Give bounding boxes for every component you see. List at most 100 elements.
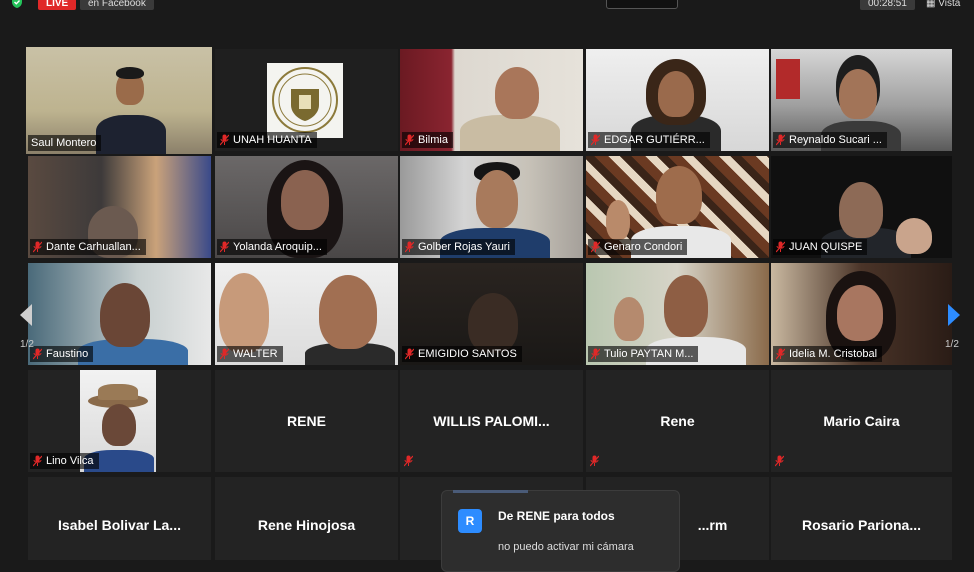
previous-page-button[interactable] — [14, 300, 36, 330]
participant-tile[interactable]: Mario Caira — [771, 370, 952, 472]
participant-name: Mario Caira — [823, 413, 900, 429]
participant-tile[interactable]: Dante Carhuallan... — [28, 156, 211, 258]
participant-tile[interactable]: Rosario Pariona... — [771, 477, 952, 560]
background-curtain — [776, 59, 800, 99]
participant-tile[interactable]: Faustino — [28, 263, 211, 365]
participant-face — [658, 71, 694, 117]
sender-avatar: R — [458, 509, 482, 533]
muted-mic-icon — [591, 241, 600, 253]
participant-name-label: Saul Montero — [28, 135, 102, 151]
muted-mic-icon — [776, 348, 785, 360]
participant-name-label: Dante Carhuallan... — [30, 239, 146, 255]
participant-hair — [116, 67, 144, 79]
participant-tile[interactable]: Rene Hinojosa — [215, 477, 398, 560]
participant-tile[interactable]: RENE — [215, 370, 398, 472]
participant-face — [839, 182, 883, 238]
participant-name-label: Reynaldo Sucari ... — [773, 132, 887, 148]
university-logo — [267, 63, 343, 138]
participant-name: Idelia M. Cristobal — [789, 348, 878, 360]
participant-name: Rosario Pariona... — [801, 516, 922, 533]
participant-tile[interactable]: Genaro Condori — [586, 156, 769, 258]
participant-tile[interactable]: WALTER — [215, 263, 398, 365]
participant-name-label: Golber Rojas Yauri — [402, 239, 515, 255]
participant-name-label: Faustino — [30, 346, 94, 362]
participant-tile[interactable]: EMIGIDIO SANTOS — [400, 263, 583, 365]
participant-face — [664, 275, 708, 337]
participant-name: Lino Vilca — [46, 455, 94, 467]
participant-name-label: Lino Vilca — [30, 453, 99, 469]
chat-message: no puedo activar mi cámara — [498, 541, 634, 553]
participant-face — [100, 283, 150, 347]
muted-mic-icon — [591, 134, 600, 146]
chevron-left-icon — [20, 304, 32, 326]
muted-mic-icon — [220, 241, 229, 253]
participant-hand — [606, 200, 630, 240]
muted-mic-icon — [405, 348, 414, 360]
muted-mic-icon — [33, 348, 42, 360]
muted-mic-icon — [33, 455, 42, 467]
participant-hand — [614, 297, 644, 341]
participant-name-label: EMIGIDIO SANTOS — [402, 346, 522, 362]
participant-hand — [896, 218, 932, 254]
participant-name: Tulio PAYTAN M... — [604, 348, 694, 360]
next-page-button[interactable] — [944, 300, 966, 330]
participant-body — [460, 115, 560, 151]
page-indicator-left: 1/2 — [20, 339, 34, 350]
muted-mic-icon — [33, 241, 42, 253]
participant-name: RENE — [287, 413, 326, 429]
muted-mic-icon — [776, 134, 785, 146]
view-button[interactable]: ▦ Vista — [926, 0, 960, 12]
live-badge[interactable]: LIVE — [38, 0, 77, 10]
participant-name-label: Genaro Condori — [588, 239, 688, 255]
participant-tile[interactable]: Isabel Bolivar La... — [28, 477, 211, 560]
muted-mic-icon — [776, 241, 785, 253]
participant-tile[interactable]: WILLIS PALOMI... — [400, 370, 583, 472]
participant-name: JUAN QUISPE — [789, 241, 863, 253]
muted-mic-icon — [591, 348, 600, 360]
muted-mic-icon — [775, 455, 784, 467]
participant-tile[interactable]: Idelia M. Cristobal — [771, 263, 952, 365]
hat-crown — [98, 384, 138, 400]
participant-name-label: Tulio PAYTAN M... — [588, 346, 699, 362]
participant-face — [102, 404, 136, 446]
participant-name-label: Yolanda Aroquip... — [217, 239, 327, 255]
meeting-timer: 00:28:51 — [860, 0, 915, 10]
view-mode-pill[interactable] — [606, 0, 678, 9]
security-shield-icon[interactable] — [10, 0, 24, 9]
participant-name-label: Idelia M. Cristobal — [773, 346, 883, 362]
muted-mic-icon — [405, 134, 414, 146]
participant-tile[interactable]: JUAN QUISPE — [771, 156, 952, 258]
participant-face — [837, 285, 883, 341]
muted-mic-icon — [220, 348, 229, 360]
participant-name: WALTER — [233, 348, 278, 360]
participant-tile[interactable]: Rene — [586, 370, 769, 472]
participant-tile[interactable]: Yolanda Aroquip... — [215, 156, 398, 258]
participant-hand — [219, 273, 269, 353]
top-bar: LIVE en Facebook 00:28:51 ▦ Vista — [0, 0, 974, 12]
participant-name-label: EDGAR GUTIÉRR... — [588, 132, 710, 148]
participant-name: Rene Hinojosa — [257, 516, 356, 533]
live-target-label[interactable]: en Facebook — [80, 0, 154, 10]
participant-face — [319, 275, 377, 349]
participant-body — [96, 115, 166, 154]
muted-mic-icon — [405, 241, 414, 253]
participant-tile[interactable]: EDGAR GUTIÉRR... — [586, 49, 769, 151]
participant-name: Isabel Bolivar La... — [58, 516, 181, 533]
muted-mic-icon — [220, 134, 229, 146]
participant-tile[interactable]: Saul Montero — [26, 47, 212, 154]
participant-name: Dante Carhuallan... — [46, 241, 141, 253]
participant-tile[interactable]: Reynaldo Sucari ... — [771, 49, 952, 151]
grid-view-icon: ▦ — [926, 0, 939, 9]
participant-name: Yolanda Aroquip... — [233, 241, 322, 253]
participant-name: WILLIS PALOMI... — [433, 413, 550, 429]
participant-name: Genaro Condori — [604, 241, 683, 253]
participant-tile[interactable]: UNAH HUANTA — [215, 49, 398, 151]
participant-tile[interactable]: Golber Rojas Yauri — [400, 156, 583, 258]
participant-tile[interactable]: Tulio PAYTAN M... — [586, 263, 769, 365]
participant-tile[interactable]: Lino Vilca — [28, 370, 211, 472]
muted-mic-icon — [404, 455, 413, 467]
participant-face — [476, 170, 518, 228]
participant-tile[interactable]: Bilmia — [400, 49, 583, 151]
participant-face — [656, 166, 702, 224]
participant-face — [495, 67, 539, 119]
